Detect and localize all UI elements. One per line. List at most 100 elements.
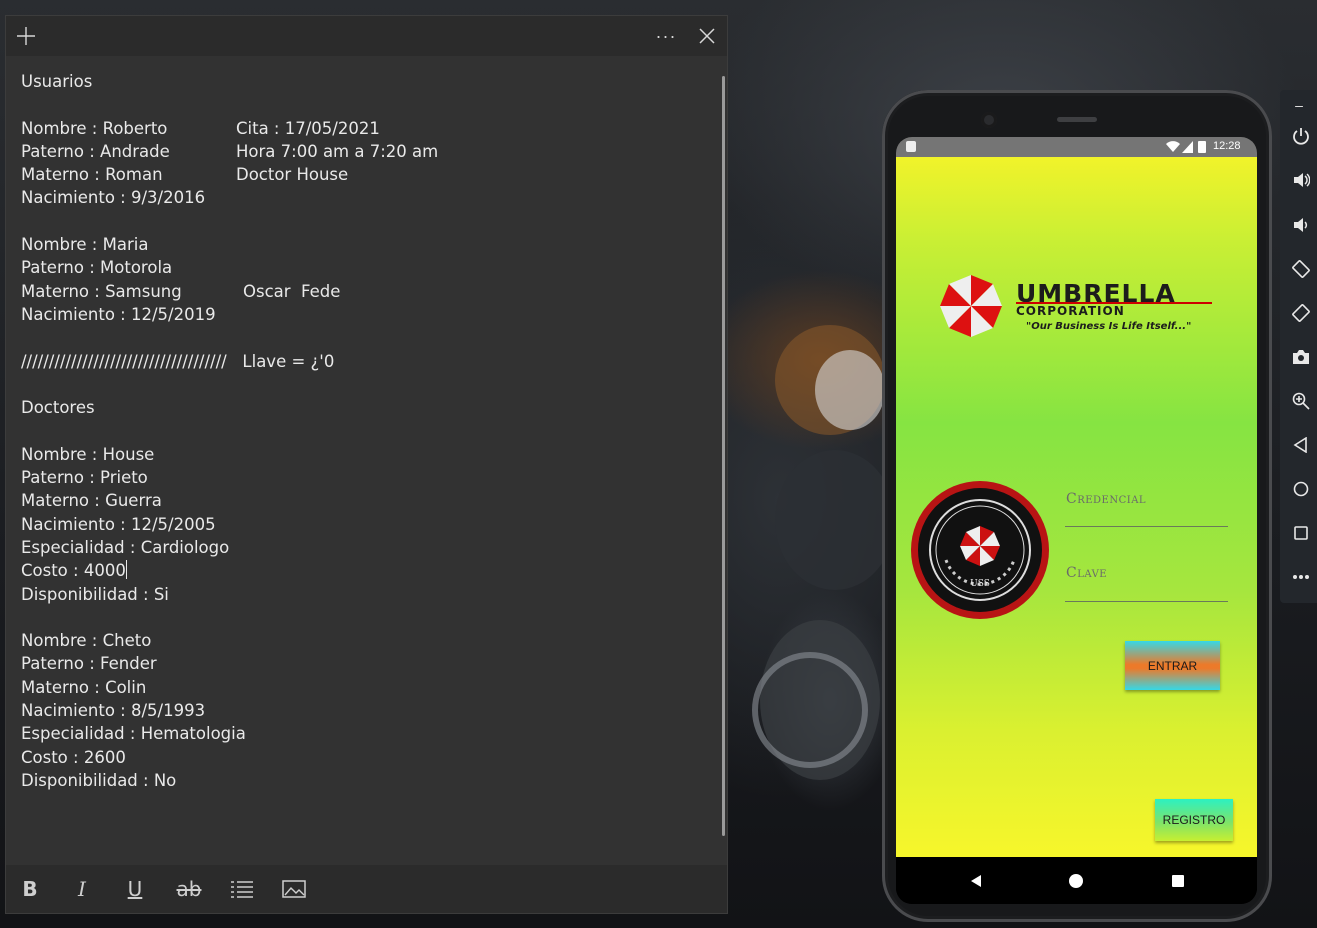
nav-overview-button[interactable] xyxy=(1168,871,1188,891)
note-line-text-col2: Cita : 17/05/2021 xyxy=(236,118,380,138)
formatting-toolbar: B I U ab xyxy=(6,865,727,913)
motocross-rider-image xyxy=(752,325,895,780)
umbrella-login-screen: UMBRELLA CORPORATION "Our Business Is Li… xyxy=(896,157,1257,857)
note-line: Disponibilidad : Si xyxy=(21,583,711,606)
camera-icon xyxy=(1293,350,1309,364)
note-line-text: ///////////////////////////////////// Ll… xyxy=(21,351,335,371)
bold-button[interactable]: B xyxy=(14,873,46,905)
overview-square-icon xyxy=(1172,875,1184,887)
back-triangle-icon xyxy=(971,875,981,887)
note-line-text: Nacimiento : 9/3/2016 xyxy=(21,188,206,208)
battery-icon xyxy=(1198,141,1206,153)
italic-button[interactable]: I xyxy=(66,873,98,905)
note-line: Materno : Colin xyxy=(21,676,711,699)
note-line-text-col2: Doctor House xyxy=(236,165,349,185)
note-line: Especialidad : Hematologia xyxy=(21,722,711,745)
emulator-toolbar: – xyxy=(1280,90,1317,603)
emulator-volume-down-button[interactable] xyxy=(1288,212,1314,238)
security-badge-icon: USS xyxy=(911,481,1049,619)
note-line: Especialidad : Cardiologo xyxy=(21,536,711,559)
note-line: Costo : 2600 xyxy=(21,746,711,769)
home-icon xyxy=(1293,481,1309,497)
note-line: Nombre : Roberto Cita : 17/05/2021 xyxy=(21,117,711,140)
new-note-button[interactable] xyxy=(6,16,46,56)
wifi-icon xyxy=(1166,141,1180,152)
note-line-text: Usuarios xyxy=(21,72,93,91)
note-line-text: Paterno : Motorola xyxy=(21,258,173,278)
rotate-right-icon xyxy=(1292,304,1310,322)
note-text-area[interactable]: Usuarios Nombre : Roberto Cita : 17/05/202… xyxy=(21,70,711,850)
emulator-volume-up-button[interactable] xyxy=(1288,167,1314,193)
emulator-overview-button[interactable] xyxy=(1288,520,1314,546)
text-caret xyxy=(125,560,127,580)
close-icon xyxy=(699,28,715,44)
sticky-note-window: ··· Usuarios Nombre : Roberto Cita : 17/05… xyxy=(6,16,727,913)
plus-icon xyxy=(17,27,35,45)
note-line: Paterno : Motorola xyxy=(21,256,711,279)
note-line-text: Especialidad : Cardiologo xyxy=(21,537,230,557)
note-line-text: Costo : 4000 xyxy=(21,561,126,581)
bullet-list-button[interactable] xyxy=(226,873,258,905)
note-line xyxy=(21,606,711,629)
note-line-text: Materno : Colin xyxy=(21,677,147,697)
emulator-minimize-button[interactable]: – xyxy=(1286,92,1312,118)
note-line: Nacimiento : 8/5/1993 xyxy=(21,699,711,722)
note-line: Doctores xyxy=(21,396,711,419)
note-line: Materno : Roman Doctor House xyxy=(21,163,711,186)
note-line-text: Nombre : Cheto xyxy=(21,631,152,651)
emulator-home-button[interactable] xyxy=(1288,476,1314,502)
emulator-more-button[interactable] xyxy=(1288,564,1314,590)
volume-up-icon xyxy=(1294,173,1310,187)
note-scrollbar[interactable] xyxy=(722,76,725,836)
note-line-text: Nacimiento : 12/5/2019 xyxy=(21,304,216,324)
emulator-rotate-left-button[interactable] xyxy=(1288,256,1314,282)
note-line: Materno : Guerra xyxy=(21,489,711,512)
nav-home-button[interactable] xyxy=(1066,871,1086,891)
status-time: 12:28 xyxy=(1213,140,1241,152)
password-underline xyxy=(1065,601,1228,602)
notification-icon xyxy=(906,141,916,152)
underline-button[interactable]: U xyxy=(119,873,151,905)
login-button[interactable]: ENTRAR xyxy=(1125,641,1220,690)
emulator-power-button[interactable] xyxy=(1288,123,1314,149)
note-line: Costo : 4000 xyxy=(21,559,711,582)
image-icon xyxy=(282,880,306,898)
android-navigation-bar xyxy=(896,857,1257,904)
strikethrough-button[interactable]: ab xyxy=(173,873,205,905)
note-line: Nacimiento : 12/5/2019 xyxy=(21,303,711,326)
note-line: ///////////////////////////////////// Ll… xyxy=(21,350,711,373)
register-button[interactable]: REGISTRO xyxy=(1155,799,1233,841)
password-field[interactable]: Clave xyxy=(1066,565,1107,581)
more-options-button[interactable]: ··· xyxy=(646,16,686,56)
android-phone-frame: 12:28 UMBRELLA CORPORATION "Our Business… xyxy=(882,90,1272,922)
phone-screen: 12:28 UMBRELLA CORPORATION "Our Business… xyxy=(896,137,1257,904)
note-line-text: Costo : 2600 xyxy=(21,747,126,767)
emulator-rotate-right-button[interactable] xyxy=(1288,300,1314,326)
credential-field[interactable]: Credencial xyxy=(1066,491,1146,507)
note-line: Nacimiento : 9/3/2016 xyxy=(21,186,711,209)
brand-subtitle: CORPORATION xyxy=(1016,304,1125,318)
note-line xyxy=(21,326,711,349)
note-line xyxy=(21,210,711,233)
back-icon xyxy=(1293,437,1307,453)
rotate-left-icon xyxy=(1292,260,1310,278)
note-line-text: Materno : Samsung xyxy=(21,281,182,301)
credential-underline xyxy=(1065,526,1228,527)
note-line xyxy=(21,373,711,396)
home-circle-icon xyxy=(1069,874,1083,888)
list-icon xyxy=(231,881,253,898)
insert-image-button[interactable] xyxy=(278,873,310,905)
close-note-button[interactable] xyxy=(687,16,727,56)
emulator-screenshot-button[interactable] xyxy=(1288,344,1314,370)
note-line-text: Nacimiento : 12/5/2005 xyxy=(21,514,216,534)
note-line-text: Nacimiento : 8/5/1993 xyxy=(21,701,206,721)
nav-back-button[interactable] xyxy=(966,871,986,891)
note-line: Nombre : Cheto xyxy=(21,629,711,652)
note-line-text: Materno : Guerra xyxy=(21,491,162,511)
note-line: Paterno : Andrade Hora 7:00 am a 7:20 am xyxy=(21,140,711,163)
note-line: Nacimiento : 12/5/2005 xyxy=(21,513,711,536)
emulator-back-button[interactable] xyxy=(1288,432,1314,458)
emulator-zoom-button[interactable] xyxy=(1288,388,1314,414)
note-line-text: Doctores xyxy=(21,398,95,418)
note-line: Paterno : Prieto xyxy=(21,466,711,489)
